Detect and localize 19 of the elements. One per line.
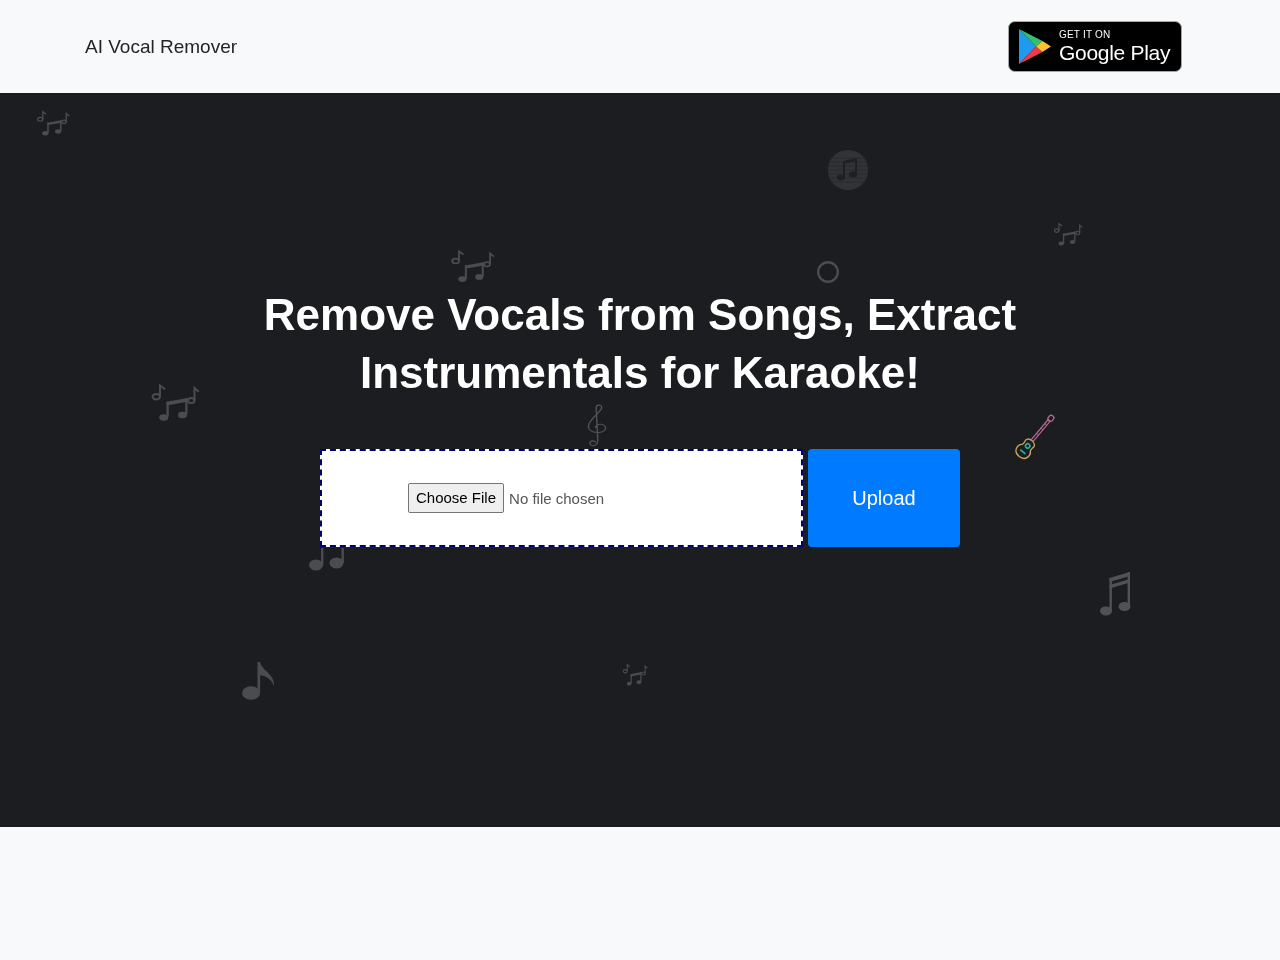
file-status-text: No file chosen [509, 489, 605, 507]
music-notes-icon [150, 383, 200, 423]
ring-icon [817, 261, 839, 283]
music-notes-icon [36, 110, 70, 137]
music-notes-icon [1053, 222, 1083, 247]
music-notes-icon [450, 249, 495, 284]
hero-heading: Remove Vocals from Songs, Extract Instrumentals for Karaoke! [263, 289, 1017, 399]
google-play-badge[interactable]: GET IT ON Google Play [1008, 21, 1182, 72]
upload-button[interactable]: Upload [808, 449, 960, 547]
beamed-notes-icon [1100, 570, 1132, 617]
music-notes-icon [622, 663, 648, 687]
music-notes-icon [308, 548, 345, 571]
play-triangle-icon [1019, 29, 1051, 64]
file-drop-zone[interactable]: Choose File No file chosen [320, 449, 803, 547]
site-title: AI Vocal Remover [85, 35, 238, 58]
treble-clef-icon [586, 404, 608, 448]
guitar-icon [1015, 413, 1057, 460]
music-note-icon [242, 662, 275, 700]
choose-file-button[interactable]: Choose File [408, 483, 505, 513]
